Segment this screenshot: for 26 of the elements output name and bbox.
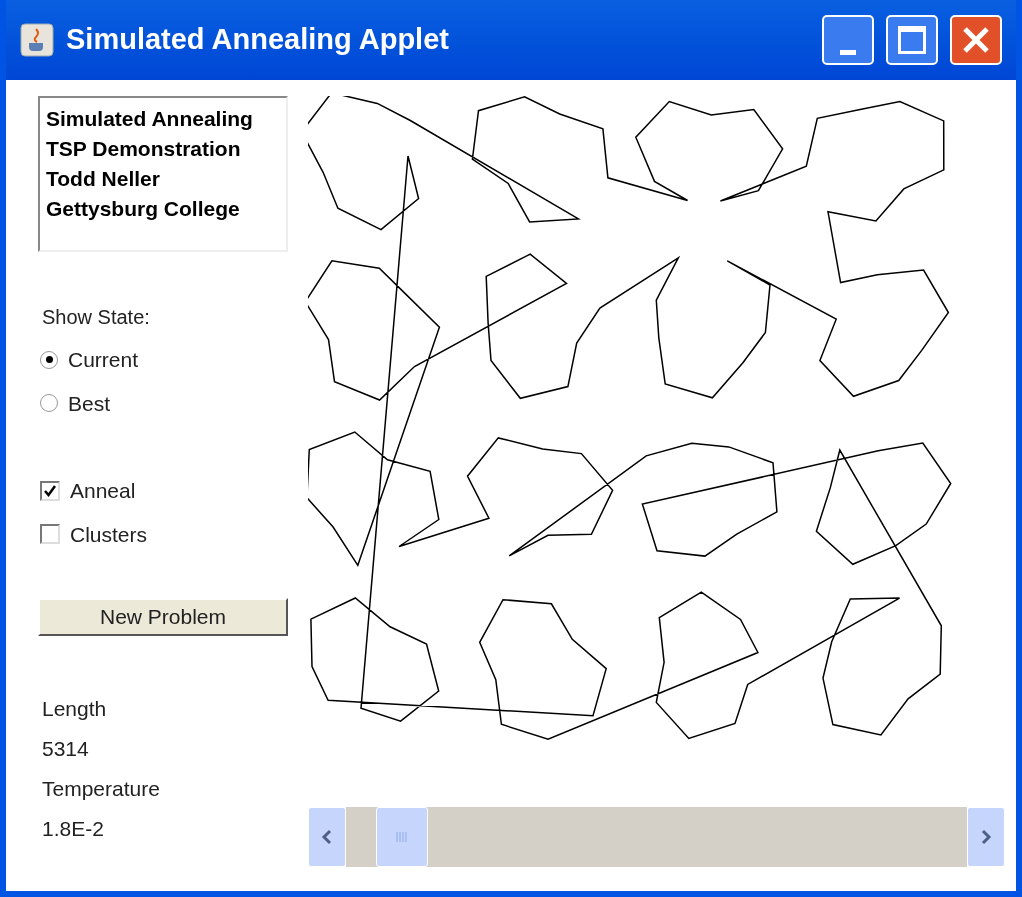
- stat-label: Length: [42, 696, 108, 722]
- checkbox-option[interactable]: Clusters: [40, 518, 288, 550]
- info-line: Gettysburg College: [46, 196, 241, 222]
- section-label: Show State:: [42, 305, 151, 330]
- close-button[interactable]: [950, 15, 1002, 65]
- java-cup-icon: [20, 23, 54, 57]
- close-icon: [961, 25, 991, 55]
- stat-value: 1.8E-2: [42, 816, 105, 842]
- info-line: TSP Demonstration: [46, 136, 242, 162]
- stat-label: Temperature: [42, 776, 161, 802]
- stat-value: 5314: [42, 736, 90, 762]
- chevron-left-icon: [321, 829, 333, 845]
- radio-option[interactable]: Current: [40, 344, 288, 376]
- chevron-right-icon: [980, 829, 992, 845]
- minimize-button[interactable]: [822, 15, 874, 65]
- checkbox-option[interactable]: Anneal: [40, 475, 288, 507]
- grip-icon: [395, 832, 408, 842]
- info-line: Simulated Annealing: [46, 106, 254, 132]
- info-line: Todd Neller: [46, 166, 161, 192]
- window-title: Simulated Annealing Applet: [66, 22, 450, 58]
- maximize-button[interactable]: [886, 15, 938, 65]
- radio-option[interactable]: Best: [40, 387, 288, 419]
- scroll-left-button[interactable]: [308, 807, 346, 867]
- scroll-right-button[interactable]: [967, 807, 1005, 867]
- slider-thumb[interactable]: [375, 807, 428, 867]
- new-problem-button[interactable]: New Problem: [38, 598, 288, 636]
